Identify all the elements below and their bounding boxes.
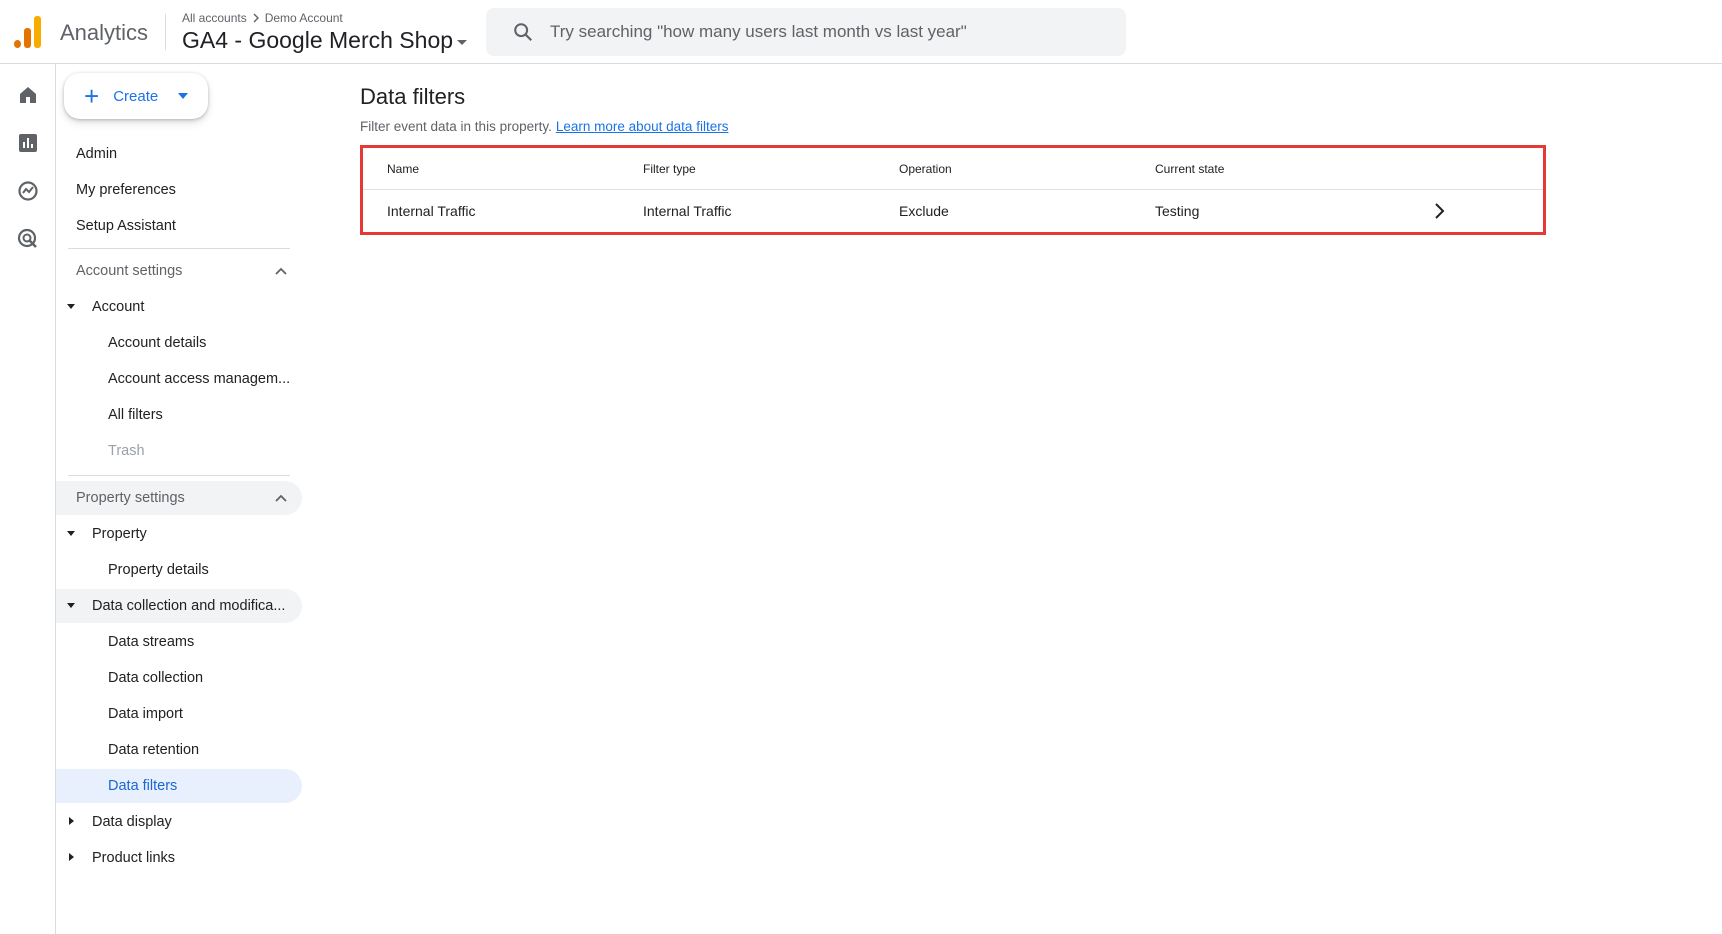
dropdown-caret-icon [457,39,468,45]
sidebar-item-account-details[interactable]: Account details [56,326,302,360]
sidebar-item-label: Property [92,526,147,542]
search-icon [514,23,533,42]
expand-arrow-icon[interactable] [69,817,74,825]
expand-arrow-icon[interactable] [67,531,75,536]
sidebar-item-data-filters[interactable]: Data filters [56,769,302,803]
sidebar-item-property-details[interactable]: Property details [56,553,302,587]
sidebar-item-label: Setup Assistant [76,218,176,234]
search-input[interactable] [550,22,1110,42]
sidebar-item-label: Data import [108,706,183,722]
sidebar-item-account[interactable]: Account [56,290,302,324]
breadcrumb-all-accounts[interactable]: All accounts [182,11,247,25]
learn-more-link[interactable]: Learn more about data filters [556,119,729,134]
cell-operation: Exclude [899,203,949,219]
left-rail [0,64,56,934]
breadcrumb[interactable]: All accounts Demo Account [182,11,343,25]
sidebar-divider [68,248,290,249]
sidebar-item-label: My preferences [76,182,176,198]
app-name: Analytics [60,20,149,45]
sidebar-item-label: Trash [108,443,145,459]
sidebar-item-label: Admin [76,146,118,162]
expand-arrow-icon[interactable] [67,603,75,608]
sidebar-item-label: Account [92,299,145,315]
sidebar-item-label: Account details [108,335,207,351]
sidebar-item-label: Data collection [108,670,204,686]
analytics-logo-icon[interactable] [14,16,42,48]
property-name: GA4 - Google Merch Shop [182,27,454,53]
chevron-up-icon[interactable] [274,491,288,505]
sidebar-section-account-settings[interactable]: Account settings [56,254,302,288]
create-button[interactable]: + Create [64,73,208,119]
data-filters-table: Name Filter type Operation Current state… [360,145,1546,235]
home-icon[interactable] [16,83,40,107]
column-header-current-state[interactable]: Current state [1155,162,1224,176]
sidebar-item-label: All filters [108,407,163,423]
expand-arrow-icon[interactable] [67,304,75,309]
cell-current-state: Testing [1155,203,1200,219]
sidebar-item-label: Product links [92,850,176,866]
plus-icon: + [84,81,100,111]
sidebar-item-label: Data display [92,814,172,830]
search-bar[interactable] [486,8,1126,56]
advertising-icon[interactable] [16,227,40,251]
create-button-label: Create [113,87,159,105]
sidebar-item-label: Data filters [108,778,178,794]
sidebar-item-data-collection[interactable]: Data collection [56,661,302,695]
admin-sidebar: + Create Admin My preferences Setup Assi… [56,64,306,934]
subtitle-text: Filter event data in this property. [360,119,552,134]
chevron-right-icon [253,13,259,23]
sidebar-item-label: Data streams [108,634,195,650]
page-title: Data filters [360,84,466,109]
column-header-operation[interactable]: Operation [899,162,952,176]
explore-icon[interactable] [16,179,40,203]
sidebar-item-data-retention[interactable]: Data retention [56,733,302,767]
sidebar-item-my-preferences[interactable]: My preferences [56,173,302,207]
column-header-name[interactable]: Name [387,162,419,176]
table-row[interactable]: Internal Traffic Internal Traffic Exclud… [363,190,1543,232]
sidebar-section-property-settings[interactable]: Property settings [56,481,302,515]
reports-icon[interactable] [16,131,40,155]
table-header-row: Name Filter type Operation Current state [363,148,1543,190]
sidebar-divider [68,475,290,476]
expand-arrow-icon[interactable] [69,853,74,861]
dropdown-arrow-icon[interactable] [178,93,189,99]
sidebar-item-admin[interactable]: Admin [56,137,302,171]
sidebar-item-all-filters[interactable]: All filters [56,398,302,432]
sidebar-item-data-collection-and-modification[interactable]: Data collection and modifica... [56,589,302,623]
sidebar-item-trash[interactable]: Trash [56,434,302,468]
sidebar-item-product-links[interactable]: Product links [56,841,302,875]
sidebar-item-label: Account settings [76,263,183,279]
chevron-right-icon[interactable] [1429,201,1449,221]
top-app-bar: Analytics All accounts Demo Account GA4 … [0,0,1722,64]
page-subtitle: Filter event data in this property. Learn… [360,119,728,134]
sidebar-item-setup-assistant[interactable]: Setup Assistant [56,209,302,243]
sidebar-item-property[interactable]: Property [56,517,302,551]
chevron-up-icon[interactable] [274,264,288,278]
cell-filter-type: Internal Traffic [643,203,732,219]
sidebar-item-data-streams[interactable]: Data streams [56,625,302,659]
column-header-filter-type[interactable]: Filter type [643,162,696,176]
sidebar-item-label: Account access managem... [108,371,291,387]
sidebar-item-account-access-management[interactable]: Account access managem... [56,362,302,396]
sidebar-item-label: Property settings [76,490,185,506]
sidebar-item-label: Data retention [108,742,200,758]
cell-name: Internal Traffic [387,203,476,219]
sidebar-item-label: Data collection and modifica... [92,598,286,614]
header-divider [165,14,166,50]
sidebar-item-label: Property details [108,562,209,578]
breadcrumb-demo-account[interactable]: Demo Account [265,11,343,25]
property-selector[interactable]: GA4 - Google Merch Shop [182,27,468,54]
sidebar-item-data-import[interactable]: Data import [56,697,302,731]
sidebar-item-data-display[interactable]: Data display [56,805,302,839]
